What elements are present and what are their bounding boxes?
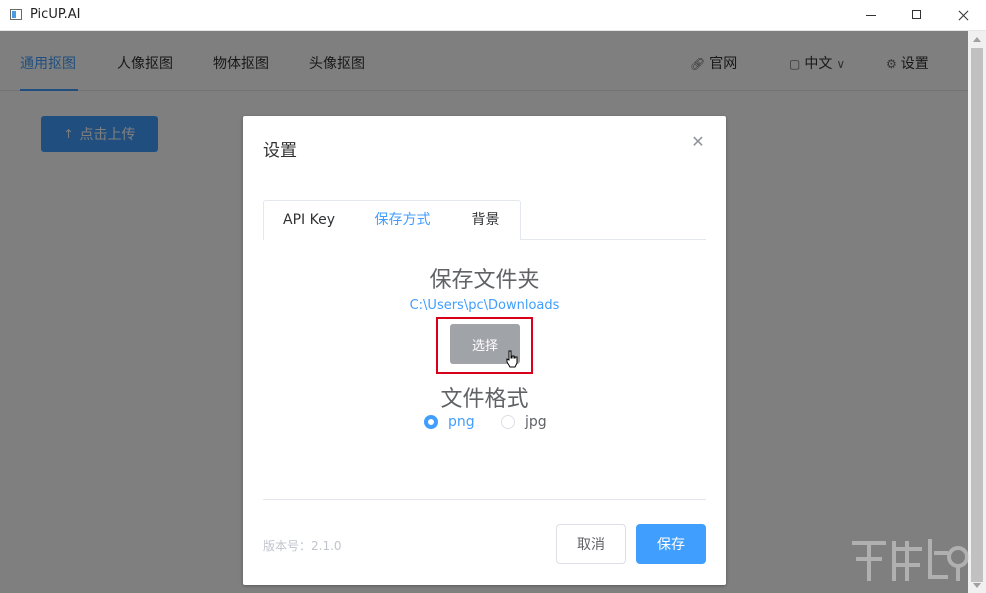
cancel-button[interactable]: 取消 [556, 524, 626, 564]
tab-background[interactable]: 背景 [451, 200, 521, 240]
radio-unchecked-icon[interactable] [501, 415, 515, 429]
window-title: PicUP.AI [30, 7, 81, 22]
minimize-button[interactable] [848, 0, 894, 31]
radio-checked-icon[interactable] [424, 415, 438, 429]
file-format-heading: 文件格式 [440, 387, 529, 412]
watermark-logo [852, 539, 969, 581]
radio-jpg[interactable]: jpg [501, 414, 547, 430]
dialog-title: 设置 [263, 141, 297, 161]
settings-dialog: 设置 ✕ API Key 保存方式 背景 保存文件夹 C:\Users\pc\D… [243, 116, 726, 585]
vertical-scrollbar[interactable] [968, 31, 986, 593]
radio-label-jpg: jpg [525, 414, 547, 430]
scroll-thumb[interactable] [971, 48, 983, 582]
save-button[interactable]: 保存 [636, 524, 706, 564]
version-label: 版本号：2.1.0 [263, 539, 342, 553]
dialog-tabs: API Key 保存方式 背景 [263, 200, 706, 240]
maximize-button[interactable] [894, 0, 940, 31]
radio-label-png: png [448, 414, 475, 430]
close-icon[interactable]: ✕ [690, 134, 706, 150]
hand-cursor-icon [506, 350, 518, 368]
dialog-divider [263, 499, 706, 500]
save-folder-heading: 保存文件夹 [429, 268, 540, 293]
app-icon [10, 9, 22, 20]
title-bar: PicUP.AI [0, 0, 986, 31]
close-window-button[interactable] [940, 0, 986, 31]
radio-png[interactable]: png [424, 414, 475, 430]
scroll-up-arrow-icon[interactable] [973, 37, 981, 42]
tab-save-method[interactable]: 保存方式 [354, 200, 452, 240]
scroll-down-arrow-icon[interactable] [973, 583, 981, 588]
tab-api-key[interactable]: API Key [263, 200, 355, 240]
folder-path: C:\Users\pc\Downloads [409, 298, 560, 313]
